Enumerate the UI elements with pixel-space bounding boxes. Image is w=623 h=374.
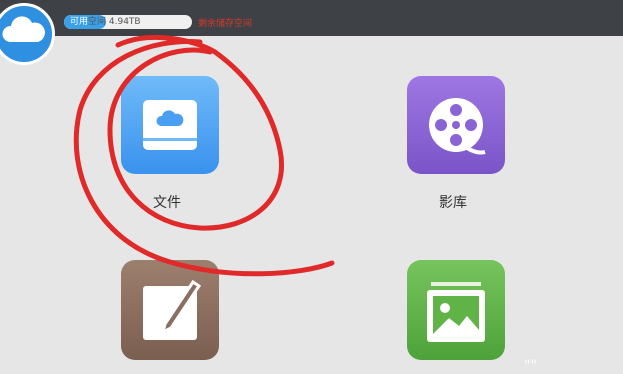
app-video-button[interactable]: [407, 76, 505, 174]
storage-indicator: 可用空间 4.94TB: [64, 15, 192, 29]
cloud-icon: [2, 16, 45, 42]
red-circle-annotation: [73, 34, 335, 277]
folder-cloud-icon: [143, 100, 197, 150]
cloud-avatar[interactable]: [0, 3, 55, 65]
app-files-button[interactable]: [121, 76, 219, 174]
photo-gallery-icon: [427, 282, 485, 342]
app-video-label: 影库: [439, 195, 467, 211]
app-files-label: 文件: [153, 195, 181, 211]
storage-value-label: 空间 4.94TB: [88, 17, 141, 27]
storage-note: 剩余储存空间: [198, 19, 253, 29]
corner-mark: "": [524, 358, 537, 374]
app-notes-button[interactable]: [121, 260, 219, 360]
storage-used-label: 可用: [70, 17, 89, 27]
storage-label: 可用空间 4.94TB: [70, 15, 141, 29]
notepad-pen-icon: [143, 279, 202, 340]
film-reel-icon: [429, 98, 486, 155]
app-photos-button[interactable]: [407, 260, 505, 360]
top-bar: 可用空间 4.94TB 剩余储存空间: [0, 0, 623, 36]
